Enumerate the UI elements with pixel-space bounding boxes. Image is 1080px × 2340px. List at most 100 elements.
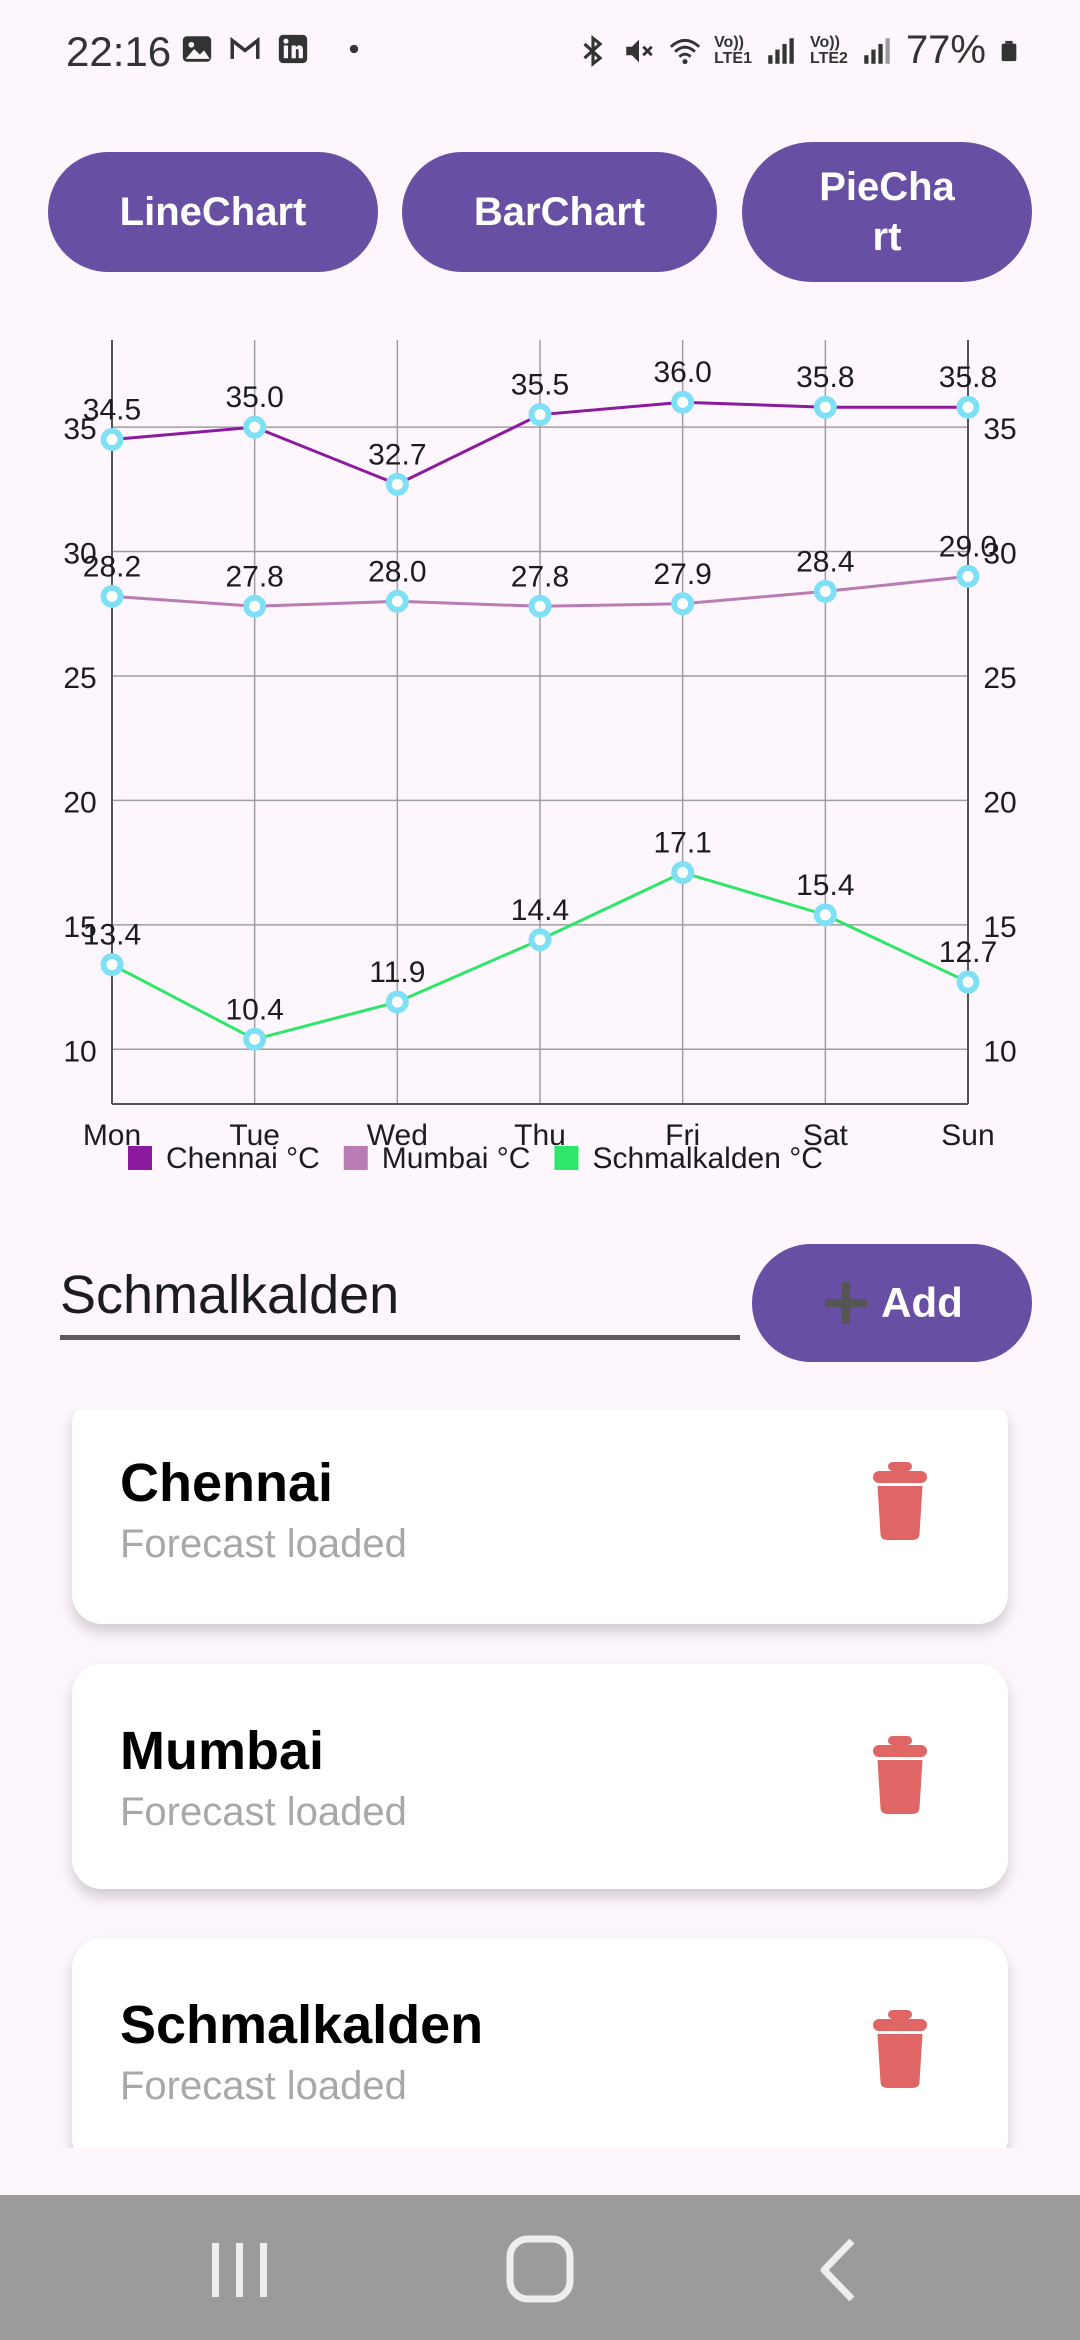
temperature-line-chart[interactable]: 10 1015 1520 2025 2530 3035 35Mon Tue Wed Thu Fri S…: [0, 330, 1080, 1200]
y-tick-label-left: 25: [63, 662, 96, 695]
data-label: 34.5: [83, 394, 141, 427]
legend-label: Schmalkalden °C: [592, 1142, 822, 1175]
data-label: 10.4: [225, 993, 283, 1026]
city-card[interactable]: Mumbai Forecast loaded: [72, 1664, 1008, 1889]
data-label: 27.8: [511, 560, 569, 593]
data-label: 35.5: [511, 369, 569, 402]
data-point: [100, 428, 124, 452]
y-tick-label-left: 10: [63, 1035, 96, 1068]
data-point: [813, 395, 837, 419]
battery-icon: [1001, 40, 1017, 61]
sim2-indicator: Vo)) LTE2: [810, 33, 848, 67]
status-right: Vo)) LTE1 Vo)) LTE2 77%: [576, 28, 1020, 73]
legend-label: Chennai °C: [166, 1142, 320, 1175]
data-point: [671, 592, 695, 616]
data-point: [243, 1027, 267, 1051]
data-point: [528, 928, 552, 952]
data-label: 36.0: [653, 356, 711, 389]
battery-percent: 77%: [905, 28, 986, 72]
data-label: 27.8: [225, 560, 283, 593]
data-point: [385, 472, 409, 496]
piechart-button-label-line1: PieCha: [819, 165, 955, 209]
dot-icon: [349, 44, 359, 54]
data-point: [956, 970, 980, 994]
piechart-button-label-line2: rt: [872, 215, 902, 259]
delete-icon[interactable]: [870, 2010, 930, 2088]
linkedin-icon: [278, 34, 308, 64]
status-time: 22:16: [66, 28, 172, 75]
data-label: 35.0: [225, 381, 283, 414]
status-bar: 22:16 Vo)) LTE1 Vo)) LTE2 77%: [0, 0, 1080, 100]
city-name: Chennai: [120, 1453, 334, 1513]
city-status: Forecast loaded: [120, 1522, 407, 1566]
data-point: [385, 589, 409, 613]
data-label: 17.1: [653, 827, 711, 860]
wifi-icon: [669, 38, 701, 64]
legend-label: Mumbai °C: [382, 1142, 531, 1175]
data-label: 35.8: [796, 361, 854, 394]
y-tick-label-right: 10: [983, 1035, 1016, 1068]
data-label: 28.2: [83, 550, 141, 583]
data-point: [100, 953, 124, 977]
barchart-button[interactable]: BarChart: [402, 152, 717, 272]
add-button-label: Add: [881, 1279, 963, 1326]
linechart-button[interactable]: LineChart: [48, 152, 378, 272]
system-nav-bar: [0, 2195, 1080, 2340]
delete-icon[interactable]: [870, 1736, 930, 1814]
data-label: 35.8: [939, 361, 997, 394]
linechart-button-label: LineChart: [119, 190, 307, 234]
legend-swatch: [128, 1146, 152, 1170]
mute-icon: [626, 39, 653, 62]
city-card[interactable]: Chennai Forecast loaded: [72, 1410, 1008, 1624]
data-point: [956, 395, 980, 419]
legend-swatch: [343, 1146, 368, 1170]
back-icon[interactable]: [800, 2235, 880, 2305]
city-card[interactable]: Schmalkalden Forecast loaded: [72, 1938, 1008, 2148]
city-name: Mumbai: [120, 1721, 325, 1781]
data-point: [243, 415, 267, 439]
city-list: Chennai Forecast loaded Mumbai Forecast …: [0, 1410, 1080, 2148]
y-tick-label-right: 25: [983, 662, 1016, 695]
data-point: [956, 564, 980, 588]
data-label: 15.4: [796, 869, 854, 902]
x-tick-label: Sun: [941, 1119, 994, 1152]
delete-icon[interactable]: [870, 1462, 930, 1540]
bluetooth-icon: [583, 34, 603, 67]
city-status: Forecast loaded: [120, 2064, 407, 2108]
data-label: 28.4: [796, 545, 854, 578]
data-label: 29.0: [939, 530, 997, 563]
app-screen: 22:16 Vo)) LTE1 Vo)) LTE2 77% LineChart …: [0, 0, 1080, 2340]
home-icon[interactable]: [500, 2235, 580, 2305]
notification-icons: [180, 32, 364, 66]
y-tick-label-right: 35: [983, 413, 1016, 446]
data-label: 11.9: [369, 956, 425, 989]
data-point: [671, 390, 695, 414]
y-tick-label-right: 20: [983, 786, 1016, 819]
data-label: 28.0: [368, 555, 426, 588]
data-point: [528, 403, 552, 427]
signal-icon: [768, 37, 794, 64]
data-label: 14.4: [511, 894, 569, 927]
data-point: [385, 990, 409, 1014]
data-point: [100, 584, 124, 608]
sim1-indicator: Vo)) LTE1: [714, 33, 752, 67]
data-point: [671, 861, 695, 885]
data-point: [813, 579, 837, 603]
data-point: [813, 903, 837, 927]
data-label: 12.7: [939, 936, 997, 969]
add-button[interactable]: Add: [752, 1244, 1032, 1362]
legend-swatch: [554, 1146, 579, 1170]
gmail-icon: [230, 36, 260, 59]
city-input[interactable]: [60, 1255, 740, 1340]
data-point: [528, 594, 552, 618]
data-label: 13.4: [83, 919, 141, 952]
recents-icon[interactable]: [200, 2235, 280, 2305]
data-label: 27.9: [653, 558, 711, 591]
city-name: Schmalkalden: [120, 1995, 484, 2055]
piechart-button[interactable]: PieCha rt: [742, 142, 1032, 282]
gallery-icon: [182, 36, 212, 62]
data-label: 32.7: [368, 438, 426, 471]
y-tick-label-left: 20: [63, 786, 96, 819]
barchart-button-label: BarChart: [473, 190, 646, 234]
city-status: Forecast loaded: [120, 1790, 407, 1834]
